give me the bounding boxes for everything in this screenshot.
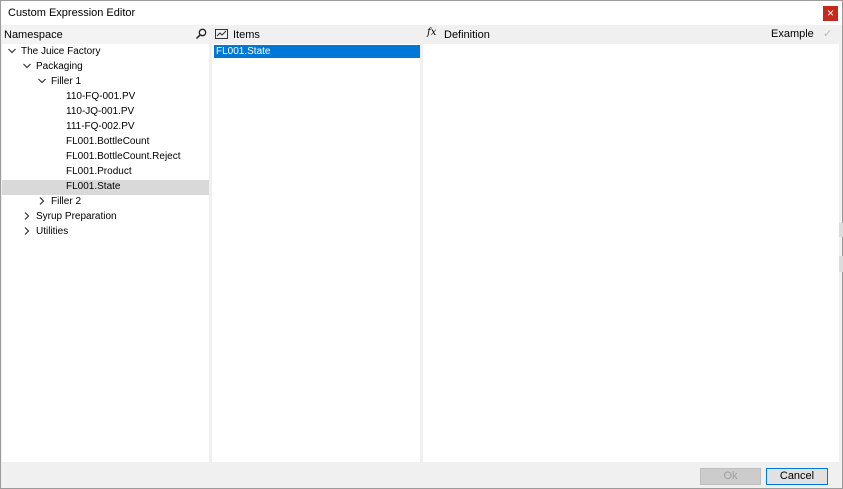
- check-icon[interactable]: ✓: [823, 27, 832, 40]
- items-chart-icon: [215, 29, 228, 39]
- tree-node[interactable]: Filler 2: [2, 195, 209, 210]
- tree-node-label: 110-FQ-001.PV: [66, 91, 136, 102]
- fx-icon: fx: [427, 27, 437, 38]
- tree-node-label: Utilities: [36, 226, 69, 237]
- tree-node-label: Filler 2: [51, 196, 82, 207]
- tree-node-label: 110-JQ-001.PV: [66, 106, 135, 117]
- tree-node-label: FL001.State: [66, 181, 121, 192]
- tree-node[interactable]: FL001.Product: [2, 165, 209, 180]
- tree-node-label: FL001.BottleCount: [66, 136, 150, 147]
- tree-node[interactable]: 111-FQ-002.PV: [2, 120, 209, 135]
- tree-node[interactable]: Filler 1: [2, 75, 209, 90]
- tree-node[interactable]: FL001.State: [2, 180, 209, 195]
- tree-node-label: Syrup Preparation: [36, 211, 117, 222]
- definition-header: fx Definition Example ✓: [423, 26, 839, 44]
- items-header: Items: [212, 26, 420, 44]
- tree-node[interactable]: Utilities: [2, 225, 209, 240]
- namespace-pane: Namespace The Juice Factory Packaging Fill…: [2, 26, 209, 462]
- tree-node-label: Filler 1: [51, 76, 82, 87]
- tree-node[interactable]: FL001.BottleCount.Reject: [2, 150, 209, 165]
- tree-node-label: Packaging: [36, 61, 83, 72]
- tree-node[interactable]: Syrup Preparation: [2, 210, 209, 225]
- tree-node-label: FL001.BottleCount.Reject: [66, 151, 181, 162]
- namespace-header-label: Namespace: [4, 29, 63, 41]
- chevron-right-icon[interactable]: [22, 211, 32, 221]
- tree-node[interactable]: 110-FQ-001.PV: [2, 90, 209, 105]
- namespace-header: Namespace: [2, 26, 209, 44]
- ok-button[interactable]: Ok: [700, 468, 761, 485]
- definition-editor[interactable]: [423, 44, 839, 462]
- close-button[interactable]: ×: [823, 6, 838, 21]
- tree-node[interactable]: Packaging: [2, 60, 209, 75]
- window-title: Custom Expression Editor: [8, 7, 136, 19]
- tree-node[interactable]: 110-JQ-001.PV: [2, 105, 209, 120]
- search-icon[interactable]: [195, 28, 207, 40]
- definition-pane: fx Definition Example ✓: [423, 26, 839, 462]
- custom-expression-editor-window: Custom Expression Editor × Namespace The…: [0, 0, 843, 489]
- items-pane: Items FL001.State: [212, 26, 420, 462]
- items-header-label: Items: [233, 29, 260, 41]
- tree-node-label: FL001.Product: [66, 166, 132, 177]
- tree-node-label: 111-FQ-002.PV: [66, 121, 135, 132]
- chevron-right-icon[interactable]: [37, 196, 47, 206]
- title-bar: Custom Expression Editor ×: [1, 1, 842, 25]
- example-label: Example: [771, 28, 814, 40]
- chevron-down-icon[interactable]: [22, 61, 32, 71]
- chevron-down-icon[interactable]: [37, 76, 47, 86]
- tree-node[interactable]: The Juice Factory: [2, 45, 209, 60]
- items-list-item[interactable]: FL001.State: [214, 45, 420, 58]
- tree-node[interactable]: FL001.BottleCount: [2, 135, 209, 150]
- chevron-down-icon[interactable]: [7, 46, 17, 56]
- dialog-footer: Ok Cancel: [1, 463, 842, 488]
- namespace-tree: The Juice Factory Packaging Filler 1 110-FQ…: [2, 45, 209, 240]
- chevron-right-icon[interactable]: [22, 226, 32, 236]
- scrollbar-mark[interactable]: [839, 256, 843, 272]
- cancel-button[interactable]: Cancel: [766, 468, 828, 485]
- tree-node-label: The Juice Factory: [21, 46, 101, 57]
- definition-header-label: Definition: [444, 29, 490, 41]
- scrollbar-mark[interactable]: [839, 223, 843, 237]
